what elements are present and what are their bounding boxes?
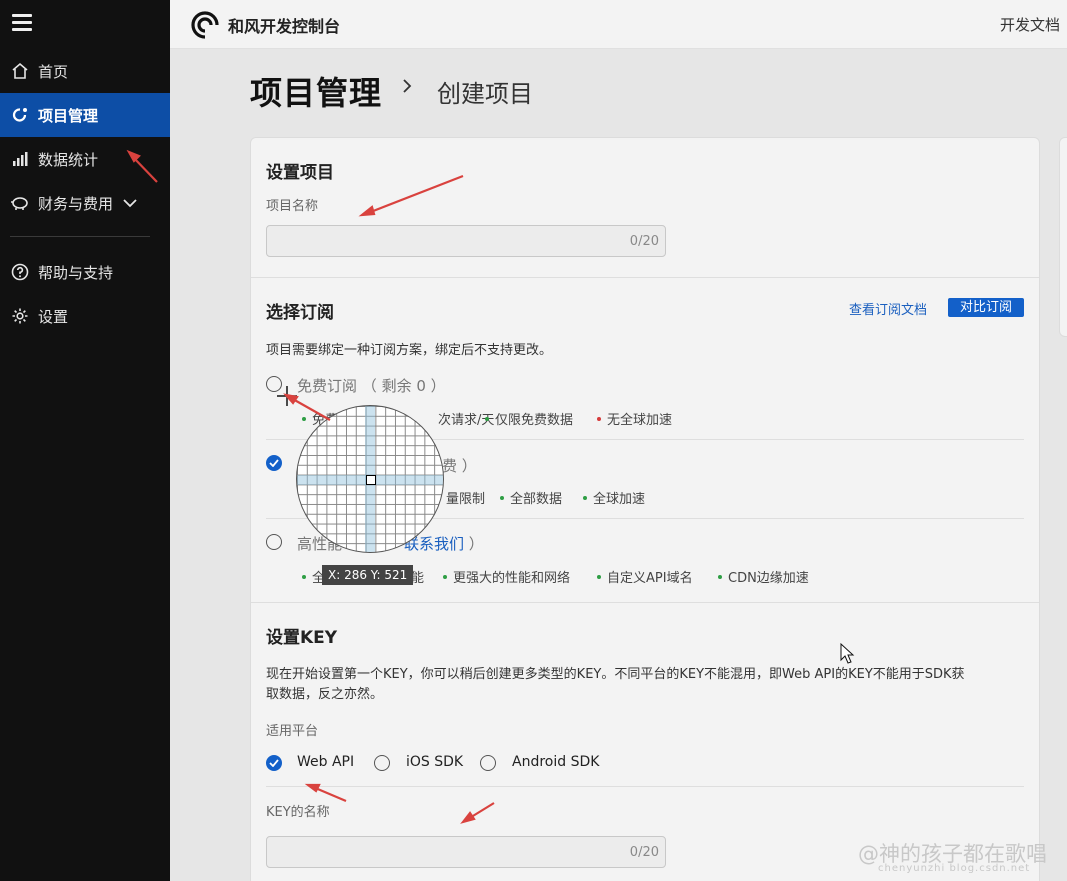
sidebar-item-finance[interactable]: 财务与费用: [0, 181, 170, 225]
key-name-label: KEY的名称: [266, 805, 330, 820]
breadcrumb-current: 创建项目: [437, 80, 533, 108]
chevron-right-icon: [400, 76, 414, 96]
web-api-radio-checked[interactable]: [266, 755, 282, 771]
free-plan-title: 免费订阅 （ 剩余 0 ）: [297, 375, 446, 396]
magnifier-overlay: [296, 405, 444, 553]
sidebar-item-label: 项目管理: [38, 106, 99, 125]
sidebar-item-label: 财务与费用: [38, 194, 114, 213]
feature-item: CDN边缘加速: [718, 567, 809, 586]
free-plan-radio[interactable]: [266, 376, 282, 392]
watermark-url: chenyunzhi blog.csdn.net: [878, 863, 1031, 874]
project-name-label: 项目名称: [266, 199, 319, 214]
side-panel: [1059, 137, 1067, 337]
coordinate-tooltip: X: 286 Y: 521: [322, 565, 414, 585]
android-sdk-label[interactable]: Android SDK: [512, 754, 599, 770]
feature-item: 无全球加速: [597, 409, 672, 428]
sidebar-item-label: 首页: [38, 62, 69, 81]
home-icon: [10, 61, 30, 81]
plan-name: 免费订阅: [297, 377, 358, 395]
ios-sdk-label[interactable]: iOS SDK: [406, 754, 463, 770]
feature-item: 更强大的性能和网络: [443, 567, 570, 586]
compare-subscription-button[interactable]: 对比订阅: [948, 298, 1024, 317]
char-counter: 0/20: [629, 845, 659, 860]
standard-plan-note: 费 ）: [442, 457, 477, 475]
gear-icon: [10, 306, 30, 326]
piggy-bank-icon: [10, 193, 30, 213]
section-divider: [251, 277, 1039, 278]
menu-icon[interactable]: [12, 14, 32, 32]
feature-item: 量限制: [446, 492, 486, 507]
key-description-line1: 现在开始设置第一个KEY，你可以稍后创建更多类型的KEY。不同平台的KEY不能混…: [266, 667, 965, 682]
platform-label: 适用平台: [266, 724, 319, 739]
web-api-label[interactable]: Web API: [297, 754, 354, 770]
android-sdk-radio[interactable]: [480, 755, 496, 771]
standard-plan-radio-checked[interactable]: [266, 455, 282, 471]
section-divider: [251, 602, 1039, 603]
section-title-subscription: 选择订阅: [266, 303, 334, 323]
enterprise-plan-radio[interactable]: [266, 534, 282, 550]
sidebar-item-help[interactable]: 帮助与支持: [0, 250, 170, 294]
section-title-project: 设置项目: [266, 163, 334, 183]
topbar: 和风开发控制台 开发文档: [170, 0, 1067, 49]
sidebar-item-home[interactable]: 首页: [0, 49, 170, 93]
feature-item: 全球加速: [583, 488, 645, 507]
plan-note-close: ）: [468, 535, 484, 553]
sidebar: 首页 项目管理 数据统计 财务与费用 帮助与支持 设置: [0, 0, 170, 881]
key-name-input[interactable]: 0/20: [266, 836, 666, 868]
sidebar-item-settings[interactable]: 设置: [0, 294, 170, 338]
feature-item: 自定义API域名: [597, 567, 693, 586]
ios-sdk-radio[interactable]: [374, 755, 390, 771]
section-title-key: 设置KEY: [266, 628, 338, 648]
subscription-docs-link[interactable]: 查看订阅文档: [849, 299, 927, 318]
developer-docs-link[interactable]: 开发文档: [1000, 14, 1060, 35]
brand-name: 和风开发控制台: [228, 17, 341, 36]
sidebar-item-label: 帮助与支持: [38, 263, 114, 282]
plan-note: （ 剩余 0 ）: [361, 377, 446, 395]
feature-item: 全部数据: [500, 488, 562, 507]
sidebar-item-projects[interactable]: 项目管理: [0, 93, 170, 137]
key-description-line2: 取数据，反之亦然。: [266, 687, 384, 702]
char-counter: 0/20: [629, 234, 659, 249]
page-title[interactable]: 项目管理: [250, 68, 382, 114]
help-icon: [10, 262, 30, 282]
project-icon: [10, 105, 30, 125]
sidebar-item-statistics[interactable]: 数据统计: [0, 137, 170, 181]
bar-chart-icon: [10, 149, 30, 169]
feature-item: 仅限免费数据: [485, 409, 573, 428]
project-name-input[interactable]: 0/20: [266, 225, 666, 257]
subscription-description: 项目需要绑定一种订阅方案，绑定后不支持更改。: [266, 343, 553, 358]
sidebar-divider: [10, 236, 150, 237]
brand[interactable]: 和风开发控制台: [190, 10, 340, 40]
sidebar-item-label: 数据统计: [38, 150, 99, 169]
sidebar-item-label: 设置: [38, 307, 69, 326]
logo-icon: [190, 10, 220, 40]
option-divider: [266, 786, 1024, 787]
chevron-down-icon[interactable]: [123, 198, 137, 208]
